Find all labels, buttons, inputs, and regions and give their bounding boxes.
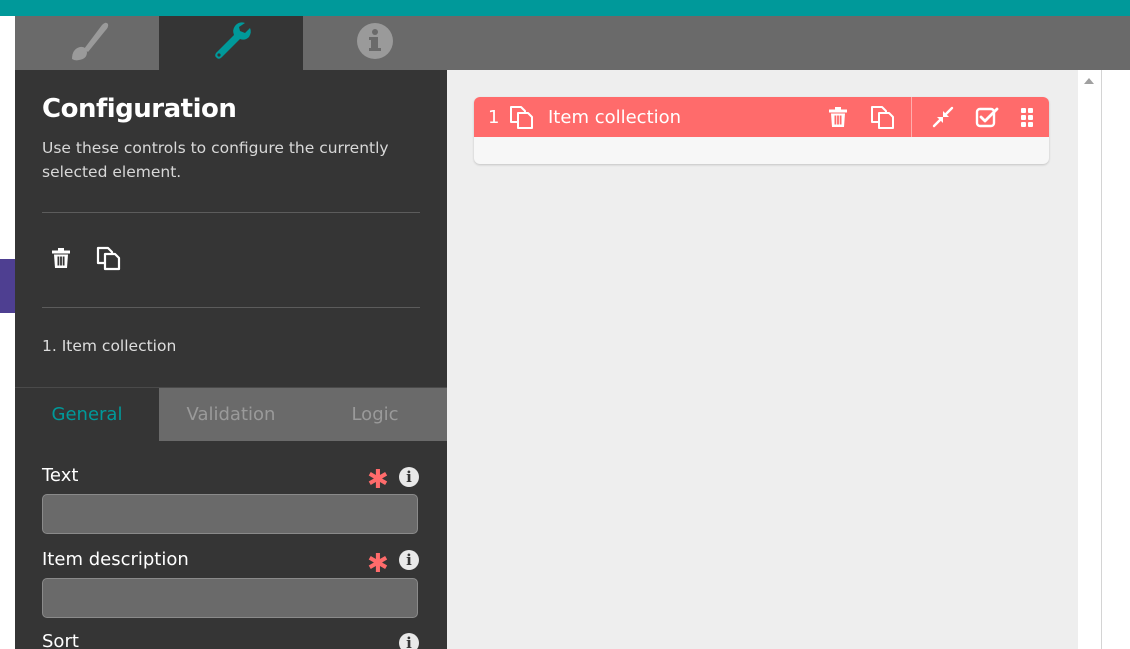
tab-general[interactable]: General (15, 388, 159, 441)
wrench-icon (209, 19, 253, 68)
header-separator (911, 97, 912, 137)
info-icon (356, 22, 394, 65)
top-accent-bar (0, 0, 1130, 16)
info-icon[interactable]: i (399, 550, 419, 570)
delete-element-button[interactable] (48, 247, 74, 273)
required-asterisk-icon: ✱ (367, 548, 389, 578)
panel-title: Configuration (42, 94, 237, 124)
divider (42, 307, 420, 308)
info-icon[interactable]: i (399, 467, 419, 487)
icon-tab-bar (15, 16, 1130, 70)
drag-handle-icon[interactable] (1014, 104, 1040, 130)
tab-style[interactable] (15, 16, 159, 70)
required-asterisk-icon: ✱ (367, 464, 389, 494)
element-title: Item collection (548, 107, 682, 128)
configuration-panel: Configuration Use these controls to conf… (15, 70, 447, 649)
item-description-label: Item description (42, 549, 189, 570)
text-input[interactable] (42, 494, 418, 534)
tab-info[interactable] (303, 16, 447, 70)
element-header[interactable]: 1 Item collection (474, 97, 1049, 137)
text-field-label: Text (42, 465, 79, 486)
paintbrush-icon (64, 19, 110, 68)
tab-validation[interactable]: Validation (159, 388, 303, 441)
panel-description: Use these controls to configure the curr… (42, 139, 389, 181)
side-toggle-tab[interactable] (0, 259, 15, 313)
collapse-icon[interactable] (930, 104, 956, 130)
selected-element-breadcrumb: 1. Item collection (42, 337, 177, 355)
info-icon[interactable]: i (399, 633, 419, 649)
tab-configuration[interactable] (159, 16, 303, 70)
item-description-input[interactable] (42, 578, 418, 618)
trash-icon (51, 247, 71, 274)
tab-logic[interactable]: Logic (303, 388, 447, 441)
scroll-up-arrow-icon[interactable] (1084, 78, 1094, 84)
config-sub-tabs: General Validation Logic (15, 387, 447, 441)
checkbox-icon[interactable] (974, 104, 1000, 130)
left-edge-strip (0, 16, 15, 649)
form-canvas: 1 Item collection (447, 70, 1078, 649)
duplicate-element-button[interactable] (96, 245, 122, 276)
element-card[interactable]: 1 Item collection (474, 97, 1049, 164)
divider (42, 212, 420, 213)
sort-field-label: Sort (42, 631, 79, 649)
duplicate-icon (509, 104, 535, 130)
element-number: 1 (488, 107, 500, 128)
trash-icon[interactable] (825, 104, 851, 130)
duplicate-icon (96, 245, 122, 276)
scrollbar[interactable] (1078, 70, 1102, 649)
duplicate-icon[interactable] (870, 104, 896, 130)
